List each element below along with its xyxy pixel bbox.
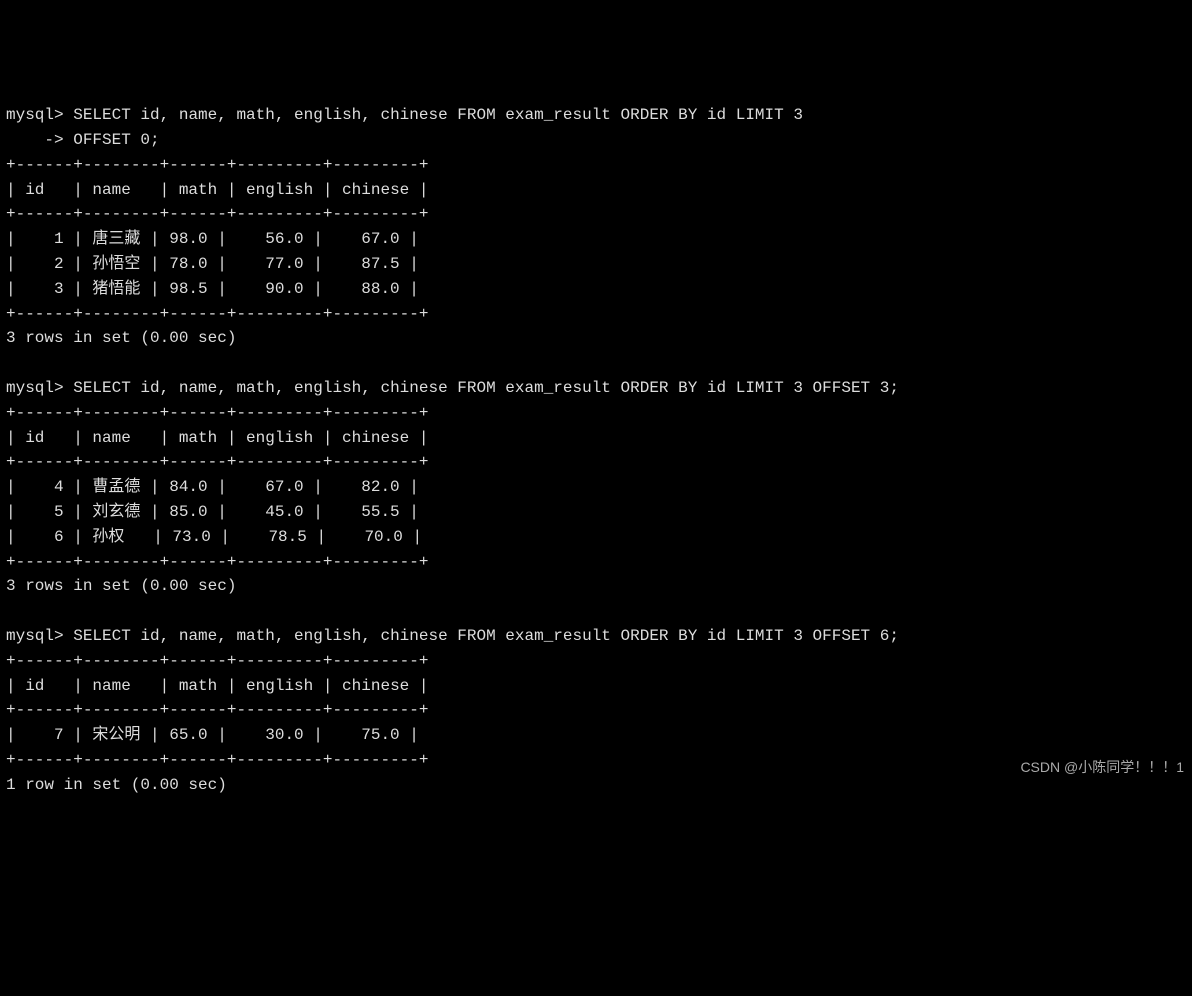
table-border: +------+--------+------+---------+------… (6, 156, 428, 174)
table-header: | id | name | math | english | chinese | (6, 429, 428, 447)
watermark: CSDN @小陈同学！！！1 (1020, 757, 1184, 779)
sql-line: SELECT id, name, math, english, chinese … (73, 627, 899, 645)
table-border: +------+--------+------+---------+------… (6, 205, 428, 223)
table-row: | 4 | 曹孟德 | 84.0 | 67.0 | 82.0 | (6, 478, 419, 496)
query-status: 3 rows in set (0.00 sec) (6, 577, 236, 595)
table-row: | 3 | 猪悟能 | 98.5 | 90.0 | 88.0 | (6, 280, 419, 298)
sql-line: OFFSET 0; (73, 131, 159, 149)
sql-line: SELECT id, name, math, english, chinese … (73, 379, 899, 397)
mysql-prompt: -> (6, 131, 64, 149)
sql-line: SELECT id, name, math, english, chinese … (73, 106, 803, 124)
table-border: +------+--------+------+---------+------… (6, 701, 428, 719)
terminal-output: mysql> SELECT id, name, math, english, c… (6, 103, 1186, 822)
mysql-prompt: mysql> (6, 106, 64, 124)
table-border: +------+--------+------+---------+------… (6, 453, 428, 471)
query-status: 3 rows in set (0.00 sec) (6, 329, 236, 347)
table-row: | 6 | 孙权 | 73.0 | 78.5 | 70.0 | (6, 528, 422, 546)
table-border: +------+--------+------+---------+------… (6, 305, 428, 323)
table-border: +------+--------+------+---------+------… (6, 751, 428, 769)
table-header: | id | name | math | english | chinese | (6, 677, 428, 695)
table-row: | 7 | 宋公明 | 65.0 | 30.0 | 75.0 | (6, 726, 419, 744)
table-row: | 1 | 唐三藏 | 98.0 | 56.0 | 67.0 | (6, 230, 419, 248)
mysql-prompt: mysql> (6, 379, 64, 397)
table-row: | 2 | 孙悟空 | 78.0 | 77.0 | 87.5 | (6, 255, 419, 273)
table-row: | 5 | 刘玄德 | 85.0 | 45.0 | 55.5 | (6, 503, 419, 521)
table-border: +------+--------+------+---------+------… (6, 652, 428, 670)
table-header: | id | name | math | english | chinese | (6, 181, 428, 199)
mysql-prompt: mysql> (6, 627, 64, 645)
table-border: +------+--------+------+---------+------… (6, 404, 428, 422)
table-border: +------+--------+------+---------+------… (6, 553, 428, 571)
